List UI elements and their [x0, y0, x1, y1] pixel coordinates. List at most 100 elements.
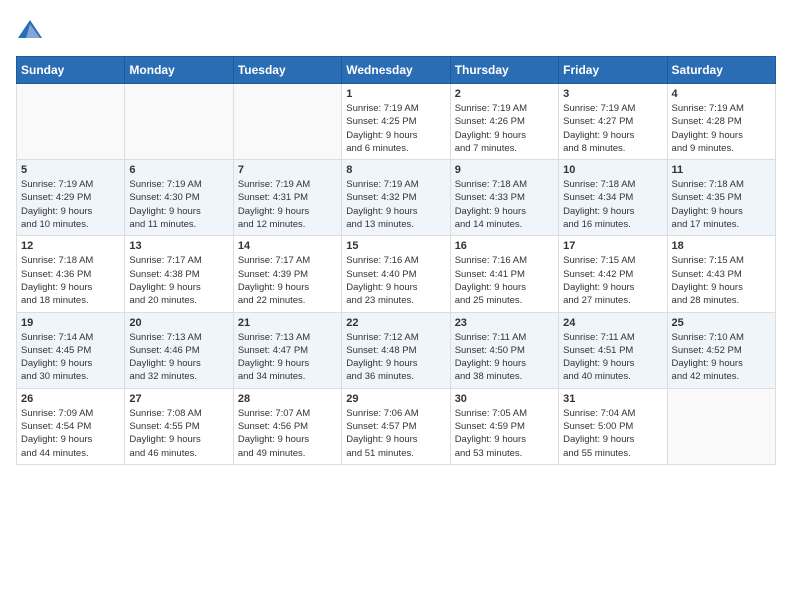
- day-number: 3: [563, 88, 662, 100]
- logo-icon: [16, 16, 44, 44]
- cell-content: Sunrise: 7:19 AM Sunset: 4:29 PM Dayligh…: [21, 178, 120, 231]
- day-number: 7: [238, 164, 337, 176]
- calendar-day-header: Thursday: [450, 57, 558, 84]
- day-number: 19: [21, 317, 120, 329]
- cell-content: Sunrise: 7:19 AM Sunset: 4:27 PM Dayligh…: [563, 102, 662, 155]
- calendar-day-header: Monday: [125, 57, 233, 84]
- cell-content: Sunrise: 7:16 AM Sunset: 4:40 PM Dayligh…: [346, 254, 445, 307]
- day-number: 4: [672, 88, 771, 100]
- day-number: 16: [455, 240, 554, 252]
- calendar-day-header: Sunday: [17, 57, 125, 84]
- calendar-cell: 18Sunrise: 7:15 AM Sunset: 4:43 PM Dayli…: [667, 236, 775, 312]
- calendar-cell: 11 Sunrise: 7:18 AM Sunset: 4:35 PM Dayli…: [667, 160, 775, 236]
- cell-content: Sunrise: 7:19 AM Sunset: 4:31 PM Dayligh…: [238, 178, 337, 231]
- cell-content: Sunrise: 7:04 AM Sunset: 5:00 PM Dayligh…: [563, 407, 662, 460]
- cell-content: Sunrise: 7:13 AM Sunset: 4:47 PM Dayligh…: [238, 331, 337, 384]
- calendar-day-header: Tuesday: [233, 57, 341, 84]
- page-header: [16, 16, 776, 44]
- calendar-week-row: 5Sunrise: 7:19 AM Sunset: 4:29 PM Daylig…: [17, 160, 776, 236]
- calendar-cell: 7 Sunrise: 7:19 AM Sunset: 4:31 PM Daylig…: [233, 160, 341, 236]
- day-number: 20: [129, 317, 228, 329]
- calendar-cell: 4 Sunrise: 7:19 AM Sunset: 4:28 PM Daylig…: [667, 84, 775, 160]
- day-number: 6: [129, 164, 228, 176]
- calendar-table: SundayMondayTuesdayWednesdayThursdayFrid…: [16, 56, 776, 465]
- day-number: 23: [455, 317, 554, 329]
- calendar-cell: 6 Sunrise: 7:19 AM Sunset: 4:30 PM Daylig…: [125, 160, 233, 236]
- calendar-cell: 16 Sunrise: 7:16 AM Sunset: 4:41 PM Dayli…: [450, 236, 558, 312]
- day-number: 14: [238, 240, 337, 252]
- cell-content: Sunrise: 7:19 AM Sunset: 4:32 PM Dayligh…: [346, 178, 445, 231]
- cell-content: Sunrise: 7:18 AM Sunset: 4:33 PM Dayligh…: [455, 178, 554, 231]
- day-number: 2: [455, 88, 554, 100]
- calendar-cell: [233, 84, 341, 160]
- calendar-week-row: 12 Sunrise: 7:18 AM Sunset: 4:36 PM Dayli…: [17, 236, 776, 312]
- calendar-day-header: Friday: [559, 57, 667, 84]
- day-number: 18: [672, 240, 771, 252]
- cell-content: Sunrise: 7:18 AM Sunset: 4:35 PM Dayligh…: [672, 178, 771, 231]
- cell-content: Sunrise: 7:05 AM Sunset: 4:59 PM Dayligh…: [455, 407, 554, 460]
- calendar-cell: 31 Sunrise: 7:04 AM Sunset: 5:00 PM Dayli…: [559, 388, 667, 464]
- calendar-cell: 28 Sunrise: 7:07 AM Sunset: 4:56 PM Dayli…: [233, 388, 341, 464]
- calendar-cell: 1 Sunrise: 7:19 AM Sunset: 4:25 PM Daylig…: [342, 84, 450, 160]
- cell-content: Sunrise: 7:12 AM Sunset: 4:48 PM Dayligh…: [346, 331, 445, 384]
- day-number: 10: [563, 164, 662, 176]
- day-number: 17: [563, 240, 662, 252]
- calendar-cell: 13 Sunrise: 7:17 AM Sunset: 4:38 PM Dayli…: [125, 236, 233, 312]
- calendar-cell: 17Sunrise: 7:15 AM Sunset: 4:42 PM Dayli…: [559, 236, 667, 312]
- cell-content: Sunrise: 7:07 AM Sunset: 4:56 PM Dayligh…: [238, 407, 337, 460]
- day-number: 29: [346, 393, 445, 405]
- calendar-cell: 20Sunrise: 7:13 AM Sunset: 4:46 PM Dayli…: [125, 312, 233, 388]
- day-number: 28: [238, 393, 337, 405]
- calendar-week-row: 1 Sunrise: 7:19 AM Sunset: 4:25 PM Daylig…: [17, 84, 776, 160]
- calendar-cell: 30 Sunrise: 7:05 AM Sunset: 4:59 PM Dayli…: [450, 388, 558, 464]
- day-number: 24: [563, 317, 662, 329]
- day-number: 22: [346, 317, 445, 329]
- calendar-cell: 24 Sunrise: 7:11 AM Sunset: 4:51 PM Dayli…: [559, 312, 667, 388]
- day-number: 26: [21, 393, 120, 405]
- day-number: 30: [455, 393, 554, 405]
- calendar-cell: [125, 84, 233, 160]
- calendar-cell: 3 Sunrise: 7:19 AM Sunset: 4:27 PM Daylig…: [559, 84, 667, 160]
- cell-content: Sunrise: 7:14 AM Sunset: 4:45 PM Dayligh…: [21, 331, 120, 384]
- cell-content: Sunrise: 7:08 AM Sunset: 4:55 PM Dayligh…: [129, 407, 228, 460]
- cell-content: Sunrise: 7:06 AM Sunset: 4:57 PM Dayligh…: [346, 407, 445, 460]
- cell-content: Sunrise: 7:19 AM Sunset: 4:28 PM Dayligh…: [672, 102, 771, 155]
- day-number: 12: [21, 240, 120, 252]
- day-number: 31: [563, 393, 662, 405]
- calendar-day-header: Saturday: [667, 57, 775, 84]
- cell-content: Sunrise: 7:17 AM Sunset: 4:38 PM Dayligh…: [129, 254, 228, 307]
- day-number: 8: [346, 164, 445, 176]
- day-number: 21: [238, 317, 337, 329]
- cell-content: Sunrise: 7:11 AM Sunset: 4:51 PM Dayligh…: [563, 331, 662, 384]
- cell-content: Sunrise: 7:19 AM Sunset: 4:26 PM Dayligh…: [455, 102, 554, 155]
- calendar-cell: 25 Sunrise: 7:10 AM Sunset: 4:52 PM Dayli…: [667, 312, 775, 388]
- calendar-cell: 14 Sunrise: 7:17 AM Sunset: 4:39 PM Dayli…: [233, 236, 341, 312]
- calendar-cell: 12 Sunrise: 7:18 AM Sunset: 4:36 PM Dayli…: [17, 236, 125, 312]
- calendar-cell: 19 Sunrise: 7:14 AM Sunset: 4:45 PM Dayli…: [17, 312, 125, 388]
- calendar-cell: 8 Sunrise: 7:19 AM Sunset: 4:32 PM Daylig…: [342, 160, 450, 236]
- day-number: 13: [129, 240, 228, 252]
- day-number: 1: [346, 88, 445, 100]
- day-number: 27: [129, 393, 228, 405]
- calendar-cell: 2 Sunrise: 7:19 AM Sunset: 4:26 PM Daylig…: [450, 84, 558, 160]
- cell-content: Sunrise: 7:11 AM Sunset: 4:50 PM Dayligh…: [455, 331, 554, 384]
- calendar-week-row: 19 Sunrise: 7:14 AM Sunset: 4:45 PM Dayli…: [17, 312, 776, 388]
- cell-content: Sunrise: 7:10 AM Sunset: 4:52 PM Dayligh…: [672, 331, 771, 384]
- calendar-cell: 23 Sunrise: 7:11 AM Sunset: 4:50 PM Dayli…: [450, 312, 558, 388]
- day-number: 25: [672, 317, 771, 329]
- calendar-cell: 9 Sunrise: 7:18 AM Sunset: 4:33 PM Daylig…: [450, 160, 558, 236]
- calendar-cell: 27 Sunrise: 7:08 AM Sunset: 4:55 PM Dayli…: [125, 388, 233, 464]
- day-number: 9: [455, 164, 554, 176]
- day-number: 11: [672, 164, 771, 176]
- cell-content: Sunrise: 7:19 AM Sunset: 4:30 PM Dayligh…: [129, 178, 228, 231]
- cell-content: Sunrise: 7:18 AM Sunset: 4:34 PM Dayligh…: [563, 178, 662, 231]
- calendar-cell: [17, 84, 125, 160]
- calendar-cell: 29 Sunrise: 7:06 AM Sunset: 4:57 PM Dayli…: [342, 388, 450, 464]
- cell-content: Sunrise: 7:19 AM Sunset: 4:25 PM Dayligh…: [346, 102, 445, 155]
- cell-content: Sunrise: 7:17 AM Sunset: 4:39 PM Dayligh…: [238, 254, 337, 307]
- cell-content: Sunrise: 7:16 AM Sunset: 4:41 PM Dayligh…: [455, 254, 554, 307]
- calendar-week-row: 26Sunrise: 7:09 AM Sunset: 4:54 PM Dayli…: [17, 388, 776, 464]
- day-number: 15: [346, 240, 445, 252]
- calendar-cell: 15 Sunrise: 7:16 AM Sunset: 4:40 PM Dayli…: [342, 236, 450, 312]
- cell-content: Sunrise: 7:18 AM Sunset: 4:36 PM Dayligh…: [21, 254, 120, 307]
